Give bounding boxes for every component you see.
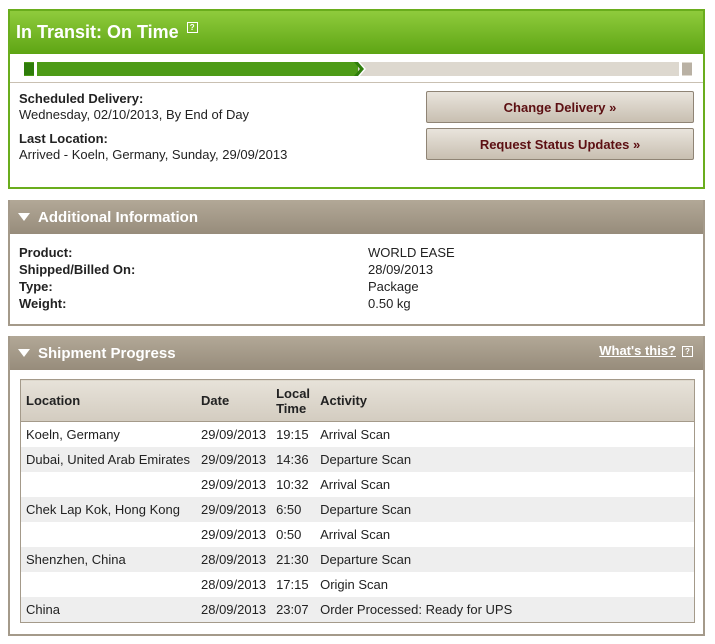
info-label: Shipped/Billed On: xyxy=(19,262,136,277)
cell-time: 0:50 xyxy=(276,527,302,542)
whats-this-link[interactable]: What's this?? xyxy=(599,343,693,358)
shipment-progress-header[interactable]: Shipment Progress What's this?? xyxy=(10,336,703,370)
table-row: Koeln, Germany 29/09/2013 19:15 Arrival … xyxy=(21,422,695,448)
cell-date: 29/09/2013 xyxy=(201,477,267,492)
cell-activity: Arrival Scan xyxy=(320,427,391,442)
info-row: Weight: 0.50 kg xyxy=(19,295,699,312)
cell-time: 23:07 xyxy=(271,597,316,623)
cell-time: 17:15 xyxy=(276,577,309,592)
cell-date: 28/09/2013 xyxy=(196,597,272,623)
cell-activity: Order Processed: Ready for UPS xyxy=(315,597,695,623)
progress-fill xyxy=(24,62,358,76)
cell-date: 28/09/2013 xyxy=(196,547,272,572)
scheduled-delivery: Scheduled Delivery: Wednesday, 02/10/201… xyxy=(19,91,249,123)
cell-time: 14:36 xyxy=(271,447,316,472)
info-value: 28/09/2013 xyxy=(368,262,434,277)
cell-date: 29/09/2013 xyxy=(196,497,272,522)
scheduled-delivery-value: Wednesday, 02/10/2013, By End of Day xyxy=(19,107,250,122)
cell-time: 19:15 xyxy=(276,427,309,442)
last-location-label: Last Location: xyxy=(19,131,108,146)
table-row: 28/09/2013 17:15 Origin Scan xyxy=(21,572,695,597)
progress-separator xyxy=(34,62,37,76)
table-row: 29/09/2013 10:32 Arrival Scan xyxy=(21,472,695,497)
info-value: 0.50 kg xyxy=(368,296,411,311)
cell-location xyxy=(21,472,197,497)
scheduled-delivery-label: Scheduled Delivery: xyxy=(19,91,144,106)
cell-time: 21:30 xyxy=(271,547,316,572)
cell-activity: Origin Scan xyxy=(320,577,388,592)
cell-date: 29/09/2013 xyxy=(201,427,267,442)
status-header: In Transit: On Time ? xyxy=(10,11,703,54)
cell-location: Dubai, United Arab Emirates xyxy=(20,447,196,472)
table-row: China 28/09/2013 23:07 Order Processed: … xyxy=(20,597,695,623)
status-title: In Transit: On Time xyxy=(16,22,179,42)
column-header-local-time: Local Time xyxy=(271,379,316,422)
local-time-line1: Local xyxy=(276,385,311,401)
info-label: Type: xyxy=(19,279,53,294)
progress-start-marker xyxy=(24,63,34,75)
cell-activity: Departure Scan xyxy=(315,447,695,472)
column-header-location: Location xyxy=(20,379,196,422)
cell-date: 29/09/2013 xyxy=(201,527,267,542)
additional-information-header[interactable]: Additional Information xyxy=(10,200,703,234)
info-label: Weight: xyxy=(19,296,67,311)
cell-activity: Arrival Scan xyxy=(320,477,391,492)
last-location: Last Location: Arrived - Koeln, Germany,… xyxy=(19,131,287,163)
info-value: WORLD EASE xyxy=(368,245,455,260)
info-value: Package xyxy=(368,279,419,294)
transit-status-panel: In Transit: On Time ? Scheduled Delivery… xyxy=(8,9,705,189)
column-header-activity: Activity xyxy=(315,379,695,422)
cell-location xyxy=(21,572,197,597)
change-delivery-button[interactable]: Change Delivery » xyxy=(426,91,694,123)
cell-time: 6:50 xyxy=(271,497,316,522)
shipment-progress-panel: Shipment Progress What's this?? Location… xyxy=(8,336,705,636)
cell-date: 29/09/2013 xyxy=(196,447,272,472)
progress-end-marker xyxy=(682,63,692,75)
table-row: Shenzhen, China 28/09/2013 21:30 Departu… xyxy=(20,547,695,572)
cell-location: Chek Lap Kok, Hong Kong xyxy=(20,497,196,522)
cell-location xyxy=(21,522,197,547)
request-status-updates-button[interactable]: Request Status Updates » xyxy=(426,128,694,160)
collapse-triangle-icon xyxy=(18,349,30,357)
cell-time: 10:32 xyxy=(276,477,309,492)
column-header-date: Date xyxy=(196,379,272,422)
cell-location: Koeln, Germany xyxy=(26,427,120,442)
table-row: 29/09/2013 0:50 Arrival Scan xyxy=(21,522,695,547)
cell-date: 28/09/2013 xyxy=(201,577,267,592)
table-row: Chek Lap Kok, Hong Kong 29/09/2013 6:50 … xyxy=(20,497,695,522)
additional-information-panel: Additional Information Product: WORLD EA… xyxy=(8,200,705,326)
delivery-progress-bar xyxy=(24,61,692,77)
question-icon[interactable]: ? xyxy=(186,22,198,33)
info-label: Product: xyxy=(19,245,73,260)
last-location-value: Arrived - Koeln, Germany, Sunday, 29/09/… xyxy=(19,147,288,162)
table-row: Dubai, United Arab Emirates 29/09/2013 1… xyxy=(20,447,695,472)
shipment-progress-table: Location Date Local Time Activity Koeln,… xyxy=(20,379,695,623)
cell-location: Shenzhen, China xyxy=(20,547,196,572)
local-time-line2: Time xyxy=(276,400,307,416)
whats-this-label: What's this? xyxy=(599,343,676,358)
section-title: Shipment Progress xyxy=(38,344,176,362)
info-row: Shipped/Billed On: 28/09/2013 xyxy=(19,261,699,278)
cell-location: China xyxy=(20,597,196,623)
info-row: Type: Package xyxy=(19,278,699,295)
collapse-triangle-icon xyxy=(18,213,30,221)
progress-arrow-icon xyxy=(354,61,366,77)
cell-activity: Arrival Scan xyxy=(320,527,391,542)
question-icon[interactable]: ? xyxy=(682,346,693,358)
table-header-row: Location Date Local Time Activity xyxy=(20,379,695,422)
divider xyxy=(10,82,703,83)
info-row: Product: WORLD EASE xyxy=(19,244,699,261)
cell-activity: Departure Scan xyxy=(315,497,695,522)
cell-activity: Departure Scan xyxy=(315,547,695,572)
section-title: Additional Information xyxy=(38,208,198,226)
